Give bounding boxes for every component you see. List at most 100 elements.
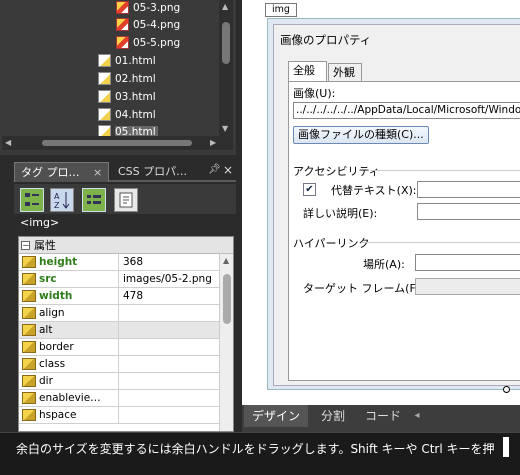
scroll-thumb[interactable] (222, 22, 230, 64)
html-file-icon (98, 72, 111, 85)
tree-item-label: 01.html (115, 54, 156, 67)
target-frame-field[interactable] (415, 278, 520, 295)
property-value[interactable]: 368 (123, 254, 143, 270)
tab-tag-properties[interactable]: タグ プロ… × (14, 162, 109, 182)
scroll-thumb[interactable] (223, 274, 231, 324)
tree-item-label: 03.html (115, 90, 156, 103)
tab-css-properties[interactable]: CSS プロパ… (112, 162, 204, 182)
status-bar: 余白のサイズを変更するには余白ハンドルをドラッグします。Shift キーや Ct… (0, 432, 520, 475)
categorized-icon[interactable] (20, 188, 44, 212)
png-file-icon (116, 18, 129, 31)
html-file-icon (98, 90, 111, 103)
html-file-icon (98, 54, 111, 67)
tree-item-label: 05-3.png (133, 1, 181, 14)
attributes-section-header[interactable]: － 属性 (19, 237, 233, 254)
tree-item-label: 02.html (115, 72, 156, 85)
property-icon (22, 273, 36, 285)
properties-page-icon[interactable] (114, 188, 138, 212)
long-desc-field[interactable] (417, 203, 520, 220)
image-properties-dialog-image[interactable]: 画像のプロパティ 全般 外観 画像(U): ../../../../../../… (267, 18, 520, 390)
pin-icon[interactable]: 📌︎ (208, 164, 221, 175)
property-name: src (39, 273, 57, 285)
scroll-up-icon[interactable]: ▲ (223, 256, 229, 266)
dialog-title: 画像のプロパティ (280, 33, 372, 47)
svg-text:Z: Z (54, 201, 60, 210)
location-label: 場所(A): (363, 258, 405, 271)
tab-appearance[interactable]: 外観 (328, 63, 362, 81)
left-pane: 05-3.png 05-4.png 05-5.png 01.html 02.ht… (0, 0, 236, 432)
sort-az-icon[interactable]: AZ (50, 188, 74, 212)
property-row-src[interactable]: src images/05-2.png (19, 271, 219, 288)
status-message: 余白のサイズを変更するには余白ハンドルをドラッグします。Shift キーや Ct… (16, 442, 495, 456)
property-row-alt[interactable]: alt (19, 322, 219, 339)
property-icon (22, 341, 36, 353)
property-name: class (39, 358, 66, 370)
location-field[interactable] (415, 254, 520, 271)
html-file-icon (98, 108, 111, 121)
property-value[interactable]: images/05-2.png (123, 271, 212, 287)
scroll-thumb[interactable] (42, 140, 192, 146)
property-value[interactable]: 478 (123, 288, 143, 304)
image-path-field[interactable]: ../../../../../../AppData/Local/Microsof… (293, 102, 520, 119)
property-row-class[interactable]: class (19, 356, 219, 373)
property-grid-scrollbar[interactable]: ▲ (219, 254, 233, 431)
alt-text-label: 代替テキスト(X): (331, 184, 417, 197)
property-row-width[interactable]: width 478 (19, 288, 219, 305)
resize-handle[interactable] (503, 386, 510, 393)
property-name: border (39, 341, 74, 353)
tab-split[interactable]: 分割 (310, 405, 356, 427)
tree-item-05-4-png[interactable]: 05-4.png (116, 16, 180, 33)
property-row-height[interactable]: height 368 (19, 254, 219, 271)
tab-general[interactable]: 全般 (288, 61, 327, 82)
property-row-enableviewstate[interactable]: enablevie… (19, 390, 219, 407)
tree-item-04-html[interactable]: 04.html (98, 106, 156, 123)
alt-text-checkbox[interactable]: ✔ (303, 183, 316, 196)
status-separator (503, 437, 509, 457)
tab-design[interactable]: デザイン (244, 405, 308, 427)
close-icon[interactable]: × (223, 163, 233, 177)
scroll-up-icon[interactable]: ▲ (222, 2, 228, 12)
property-name: dir (39, 375, 53, 387)
property-name: alt (39, 324, 53, 336)
tree-item-label: 05-5.png (133, 36, 181, 49)
scroll-left-icon[interactable]: ◀ (5, 138, 11, 148)
image-label: 画像(U): (293, 87, 336, 100)
tree-item-05-3-png[interactable]: 05-3.png (116, 0, 180, 16)
image-type-button[interactable]: 画像ファイルの種類(C)... (293, 126, 429, 144)
section-divider (361, 242, 520, 243)
close-icon[interactable]: × (93, 163, 102, 183)
target-frame-label: ターゲット フレーム(F): (303, 282, 424, 295)
tree-item-05-5-png[interactable]: 05-5.png (116, 34, 180, 51)
property-row-hspace[interactable]: hspace (19, 407, 219, 424)
tab-label: CSS プロパ… (118, 165, 188, 178)
property-row-border[interactable]: border (19, 339, 219, 356)
property-name: enablevie… (39, 392, 101, 404)
tree-item-01-html[interactable]: 01.html (98, 52, 156, 69)
collapse-icon[interactable]: － (21, 240, 30, 250)
section-divider (371, 170, 520, 171)
tree-item-03-html[interactable]: 03.html (98, 88, 156, 105)
dialog-tab-body: 画像(U): ../../../../../../AppData/Local/M… (288, 81, 520, 381)
tree-item-label: 04.html (115, 108, 156, 121)
accessibility-heading: アクセシビリティ (293, 165, 380, 178)
alt-text-field[interactable] (417, 181, 520, 198)
show-set-props-icon[interactable] (82, 188, 106, 212)
dialog-window: 画像のプロパティ 全般 外観 画像(U): ../../../../../../… (273, 24, 520, 386)
selected-tag-label: <img> (20, 216, 60, 229)
scroll-down-icon[interactable]: ▼ (222, 124, 228, 134)
property-row-dir[interactable]: dir (19, 373, 219, 390)
tab-code[interactable]: コード (358, 405, 408, 427)
hyperlink-heading: ハイパーリンク (293, 237, 370, 250)
property-name: hspace (39, 409, 77, 421)
property-name: height (39, 256, 78, 268)
scroll-right-icon[interactable]: ▶ (210, 138, 216, 148)
property-row-align[interactable]: align (19, 305, 219, 322)
tree-vertical-scrollbar[interactable]: ▲ ▼ (219, 0, 233, 136)
tree-item-02-html[interactable]: 02.html (98, 70, 156, 87)
property-icon (22, 290, 36, 302)
section-label: 属性 (34, 239, 56, 252)
img-tag-badge[interactable]: img (265, 3, 297, 17)
tree-horizontal-scrollbar[interactable]: ◀ ▶ (2, 136, 233, 150)
scroll-left-icon[interactable]: ◂ (410, 405, 424, 427)
panel-tab-strip: タグ プロ… × CSS プロパ… 📌︎ × (14, 160, 236, 182)
